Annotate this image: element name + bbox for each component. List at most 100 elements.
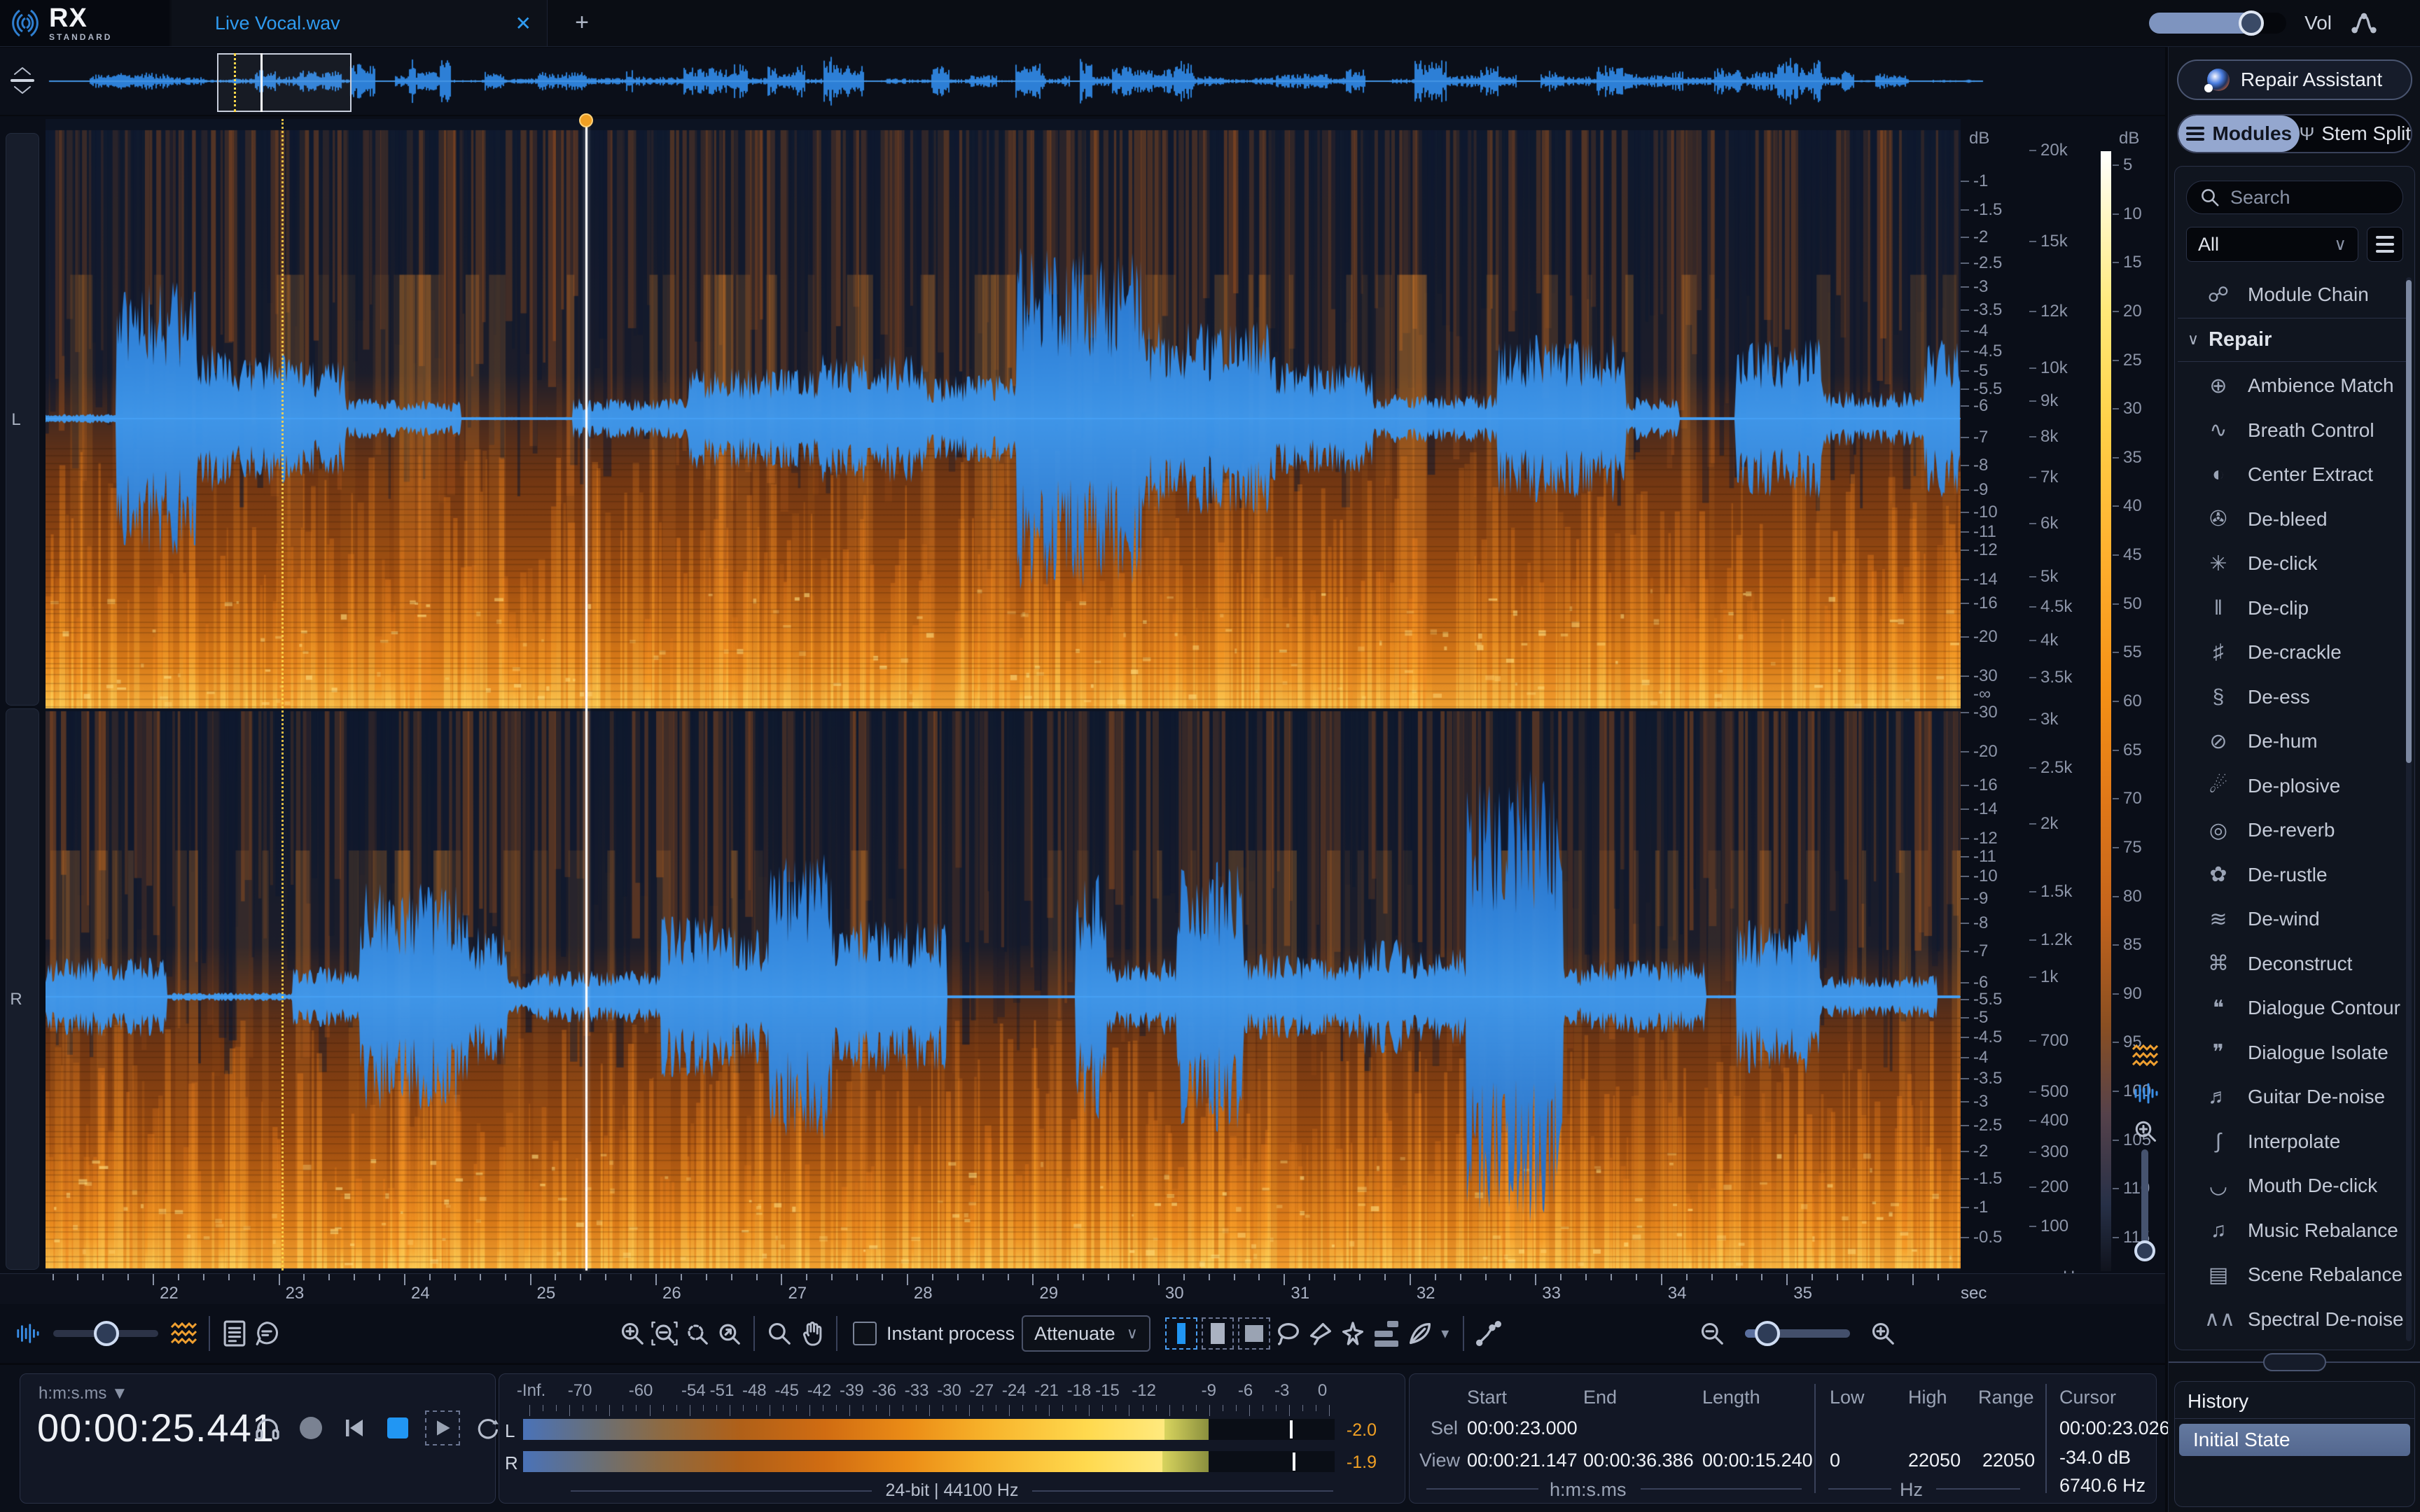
volume-slider-thumb[interactable] <box>2239 10 2264 36</box>
record-button[interactable] <box>295 1412 327 1444</box>
display-blend-slider[interactable] <box>53 1330 158 1337</box>
section-header-repair[interactable]: ∨ Repair <box>2178 319 2406 360</box>
vertical-zoom-thumb[interactable] <box>2134 1240 2155 1261</box>
process-mode-dropdown[interactable]: Attenuate ∨ <box>1022 1315 1150 1352</box>
feather-selection-tool[interactable] <box>1404 1317 1436 1350</box>
waveform-overview[interactable] <box>0 48 2165 115</box>
module-item-de-plosive[interactable]: ☄De-plosive <box>2178 764 2406 808</box>
stop-button[interactable] <box>382 1412 414 1444</box>
frequency-selection-tool[interactable] <box>1238 1317 1270 1350</box>
overview-view-rectangle[interactable] <box>217 53 352 112</box>
time-frequency-selection-tool[interactable] <box>1202 1317 1234 1350</box>
selection-levels-icon[interactable] <box>1375 1321 1398 1347</box>
module-item-dialogue-isolate[interactable]: ❞Dialogue Isolate <box>2178 1031 2406 1074</box>
amp-tick-label: -10 <box>1973 503 1998 522</box>
module-item-interpolate[interactable]: ∫Interpolate <box>2178 1120 2406 1163</box>
return-to-start-button[interactable] <box>338 1412 370 1444</box>
spectrogram-mode-icon[interactable] <box>2130 1040 2161 1071</box>
vertical-zoom-slider[interactable] <box>2141 1149 2148 1254</box>
module-item-de-clip[interactable]: ‖De-clip <box>2178 587 2406 630</box>
zoom-out-selection-icon[interactable] <box>648 1317 681 1350</box>
comments-icon[interactable] <box>251 1317 283 1350</box>
volume-label: Vol <box>2304 12 2332 34</box>
overview-collapse-handle[interactable] <box>7 57 38 104</box>
horizontal-zoom-in-icon[interactable] <box>1867 1317 1899 1350</box>
time-axis[interactable]: 2223242526272829303132333435sec <box>0 1273 2165 1305</box>
module-list-options-button[interactable] <box>2367 227 2403 262</box>
tab-modules[interactable]: Modules <box>2178 115 2300 152</box>
module-list-scrollbar-thumb[interactable] <box>2406 280 2412 763</box>
module-item-de-reverb[interactable]: ◎De-reverb <box>2178 808 2406 852</box>
tab-stem-split[interactable]: Ψ Stem Split <box>2300 115 2411 152</box>
module-item-de-ess[interactable]: §De-ess <box>2178 676 2406 719</box>
module-item-center-extract[interactable]: ◐Center Extract <box>2178 453 2406 496</box>
module-item-label: Deconstruct <box>2248 953 2352 975</box>
overview-playhead <box>260 53 263 112</box>
module-item-guitar-de-noise[interactable]: ♬Guitar De-noise <box>2178 1075 2406 1119</box>
module-item-de-hum[interactable]: ⊘De-hum <box>2178 720 2406 763</box>
magic-wand-tool[interactable] <box>1337 1317 1369 1350</box>
history-item[interactable]: Initial State <box>2179 1424 2410 1456</box>
instant-process-checkbox[interactable] <box>853 1322 877 1345</box>
tab-close-icon[interactable]: ✕ <box>515 12 531 35</box>
module-item-scene-rebalance[interactable]: ▤Scene Rebalance <box>2178 1253 2406 1296</box>
lasso-selection-tool[interactable] <box>1272 1317 1305 1350</box>
draw-curve-tool[interactable] <box>1473 1317 1505 1350</box>
module-item-de-wind[interactable]: ≋De-wind <box>2178 897 2406 941</box>
horizontal-zoom-slider[interactable] <box>1745 1329 1850 1338</box>
level-meters-panel[interactable]: -Inf.-70-60-54-51-48-45-42-39-36-33-30-2… <box>499 1373 1405 1504</box>
module-item-music-rebalance[interactable]: ♫Music Rebalance <box>2178 1209 2406 1252</box>
time-tick <box>1611 1274 1612 1280</box>
selection-info-panel[interactable]: Start End Length Low High Range Cursor S… <box>1409 1373 2157 1504</box>
channel-lane-right[interactable] <box>6 708 39 1270</box>
time-tick-label: 32 <box>1417 1284 1435 1303</box>
zoom-fit-icon[interactable] <box>713 1317 745 1350</box>
repair-assistant-button[interactable]: Repair Assistant <box>2177 59 2412 100</box>
grab-tool-icon[interactable] <box>795 1317 828 1350</box>
session-notes-icon[interactable] <box>218 1317 251 1350</box>
monitor-button[interactable] <box>251 1412 284 1444</box>
module-item-ambience-match[interactable]: ⊕Ambience Match <box>2178 364 2406 407</box>
freq-tick-label: 300 <box>2040 1142 2068 1162</box>
zoom-tool-icon[interactable] <box>763 1317 795 1350</box>
module-item-de-rustle[interactable]: ✿De-rustle <box>2178 853 2406 897</box>
volume-slider[interactable] <box>2149 13 2286 34</box>
signal-flow-icon[interactable] <box>2350 9 2378 37</box>
time-format-selector[interactable]: h:m:s.ms ▼ <box>39 1384 128 1404</box>
play-button[interactable] <box>425 1410 460 1446</box>
zoom-to-selection-icon[interactable] <box>681 1317 713 1350</box>
right-sidebar: Repair Assistant Modules Ψ Stem Split Se… <box>2168 47 2420 1512</box>
file-tab[interactable]: Live Vocal.wav ✕ <box>172 0 548 46</box>
time-selection-tool[interactable] <box>1165 1317 1197 1350</box>
amp-tick-label: -11 <box>1973 522 1996 542</box>
module-item-breath-control[interactable]: ∿Breath Control <box>2178 409 2406 452</box>
playhead-time-display[interactable]: 00:00:25.441 <box>37 1405 274 1450</box>
module-item-mouth-de-click[interactable]: ◡Mouth De-click <box>2178 1164 2406 1208</box>
module-item-module-chain[interactable]: ☍ Module Chain <box>2178 273 2406 316</box>
time-tick <box>831 1274 833 1280</box>
module-search-input[interactable]: Search <box>2186 181 2403 214</box>
display-blend-thumb[interactable] <box>94 1321 119 1346</box>
meter-peak-left: -2.0 <box>1347 1420 1377 1441</box>
zoom-in-time-icon[interactable] <box>616 1317 648 1350</box>
module-item-spectral-de-noise[interactable]: ∧∧Spectral De-noise <box>2178 1298 2406 1341</box>
playhead-marker[interactable] <box>579 113 593 127</box>
module-filter-dropdown[interactable]: All ∨ <box>2186 227 2358 262</box>
horizontal-zoom-out-icon[interactable] <box>1696 1317 1728 1350</box>
waveform-mode-icon[interactable] <box>2130 1078 2161 1109</box>
spectrogram-playhead[interactable] <box>585 119 587 1270</box>
module-item-de-click[interactable]: ✳De-click <box>2178 542 2406 585</box>
brush-selection-tool[interactable] <box>1305 1317 1337 1350</box>
amp-tick-label: -2.5 <box>1973 1116 2002 1135</box>
feather-dropdown-icon[interactable]: ▾ <box>1436 1317 1454 1350</box>
module-item-dialogue-contour[interactable]: ❝Dialogue Contour <box>2178 986 2406 1030</box>
module-item-de-bleed[interactable]: ✇De-bleed <box>2178 498 2406 541</box>
vertical-zoom-in-icon[interactable] <box>2130 1116 2161 1147</box>
spectrogram-canvas[interactable] <box>46 119 1961 1270</box>
module-item-de-crackle[interactable]: ♯De-crackle <box>2178 631 2406 674</box>
horizontal-zoom-thumb[interactable] <box>1755 1321 1780 1346</box>
panel-resize-handle[interactable] <box>2263 1353 2326 1371</box>
module-item-deconstruct[interactable]: ⌘Deconstruct <box>2178 942 2406 986</box>
add-tab-button[interactable]: + <box>564 8 599 38</box>
colorbar-tick-label: 60 <box>2123 692 2142 711</box>
